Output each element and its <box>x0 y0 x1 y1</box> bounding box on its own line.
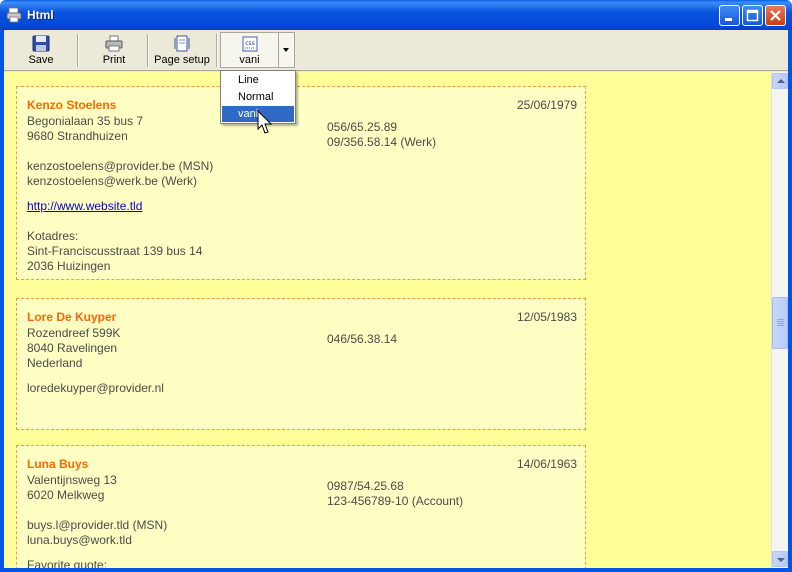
website-link[interactable]: http://www.website.tld <box>27 199 142 213</box>
email-address: loredekuyper@provider.nl <box>27 381 164 395</box>
app-icon <box>6 7 22 23</box>
address-line: Rozendreef 599K <box>27 326 121 340</box>
email-address: kenzostoelens@provider.be (MSN) <box>27 159 214 173</box>
arrow-down-icon <box>777 558 785 562</box>
stylesheet-label: vani <box>239 54 260 66</box>
extra-address-line: 2036 Huizingen <box>27 259 111 273</box>
contact-date: 14/06/1963 <box>516 457 577 471</box>
contact-card: Luna Buys 14/06/1963 Valentijnsweg 13 60… <box>16 445 586 568</box>
maximize-icon <box>746 9 759 22</box>
contact-card: Kenzo Stoelens 25/06/1979 Begonialaan 35… <box>16 86 586 280</box>
contact-name: Kenzo Stoelens <box>27 98 117 112</box>
mouse-pointer-icon <box>257 110 273 134</box>
scroll-down-button[interactable] <box>772 551 788 567</box>
minimize-button[interactable] <box>719 5 740 26</box>
contact-name: Lore De Kuyper <box>27 310 117 324</box>
application-window: Html Save Print Page setup css vani Kenz… <box>0 0 792 572</box>
contact-name: Luna Buys <box>27 457 89 471</box>
toolbar-separator <box>77 34 79 67</box>
css-icon-text: css <box>245 40 255 47</box>
page-setup-icon <box>174 35 190 52</box>
vertical-scrollbar[interactable] <box>771 72 788 568</box>
extra-label: Kotadres: <box>27 229 79 243</box>
phone-number: 0987/54.25.68 <box>327 479 404 493</box>
phone-number: 123-456789-10 (Account) <box>327 494 464 508</box>
menu-item-line[interactable]: Line <box>222 72 294 88</box>
save-label: Save <box>28 54 54 66</box>
extra-label: Favorite quote: <box>27 558 108 568</box>
extra-address-line: Sint-Franciscusstraat 139 bus 14 <box>27 244 203 258</box>
printer-icon <box>105 35 123 52</box>
print-label: Print <box>102 54 126 66</box>
css-file-icon: css <box>242 36 257 52</box>
page-setup-button[interactable]: Page setup <box>150 33 214 68</box>
arrow-up-icon <box>777 79 785 83</box>
chevron-down-icon <box>283 48 289 52</box>
close-button[interactable] <box>765 5 786 26</box>
contact-date: 12/05/1983 <box>516 310 577 324</box>
contact-date: 25/06/1979 <box>516 98 577 112</box>
title-bar[interactable]: Html <box>0 0 792 30</box>
floppy-disk-icon <box>32 35 50 52</box>
toolbar: Save Print Page setup css vani <box>4 30 788 71</box>
email-address: buys.l@provider.tld (MSN) <box>27 518 168 532</box>
address-line: 6020 Melkweg <box>27 488 105 502</box>
save-button[interactable]: Save <box>12 33 70 68</box>
email-address: luna.buys@work.tld <box>27 533 132 547</box>
contact-card: Lore De Kuyper 12/05/1983 Rozendreef 599… <box>16 298 586 430</box>
scroll-up-button[interactable] <box>772 73 788 89</box>
minimize-icon <box>725 18 732 21</box>
window-title: Html <box>27 8 54 22</box>
client-area: Save Print Page setup css vani Kenzo Sto… <box>4 30 788 568</box>
toolbar-separator <box>216 34 218 67</box>
maximize-button[interactable] <box>742 5 763 26</box>
phone-number: 046/56.38.14 <box>327 332 398 346</box>
address-line: Valentijnsweg 13 <box>27 473 117 487</box>
email-address: kenzostoelens@werk.be (Werk) <box>27 174 198 188</box>
address-line: 8040 Ravelingen <box>27 341 118 355</box>
page-setup-label: Page setup <box>154 54 210 66</box>
stylesheet-button[interactable]: css vani <box>220 32 279 68</box>
address-line: Begonialaan 35 bus 7 <box>27 114 144 128</box>
phone-number: 09/356.58.14 (Werk) <box>327 135 437 149</box>
scrollbar-thumb[interactable] <box>772 297 788 349</box>
toolbar-separator <box>147 34 149 67</box>
menu-item-normal[interactable]: Normal <box>222 89 294 105</box>
close-icon <box>770 10 781 21</box>
print-button[interactable]: Print <box>84 33 144 68</box>
address-line: Nederland <box>27 356 83 370</box>
phone-number: 056/65.25.89 <box>327 120 398 134</box>
contacts-view[interactable]: Kenzo Stoelens 25/06/1979 Begonialaan 35… <box>4 72 771 568</box>
address-line: 9680 Strandhuizen <box>27 129 128 143</box>
stylesheet-dropdown-arrow[interactable] <box>279 32 295 68</box>
